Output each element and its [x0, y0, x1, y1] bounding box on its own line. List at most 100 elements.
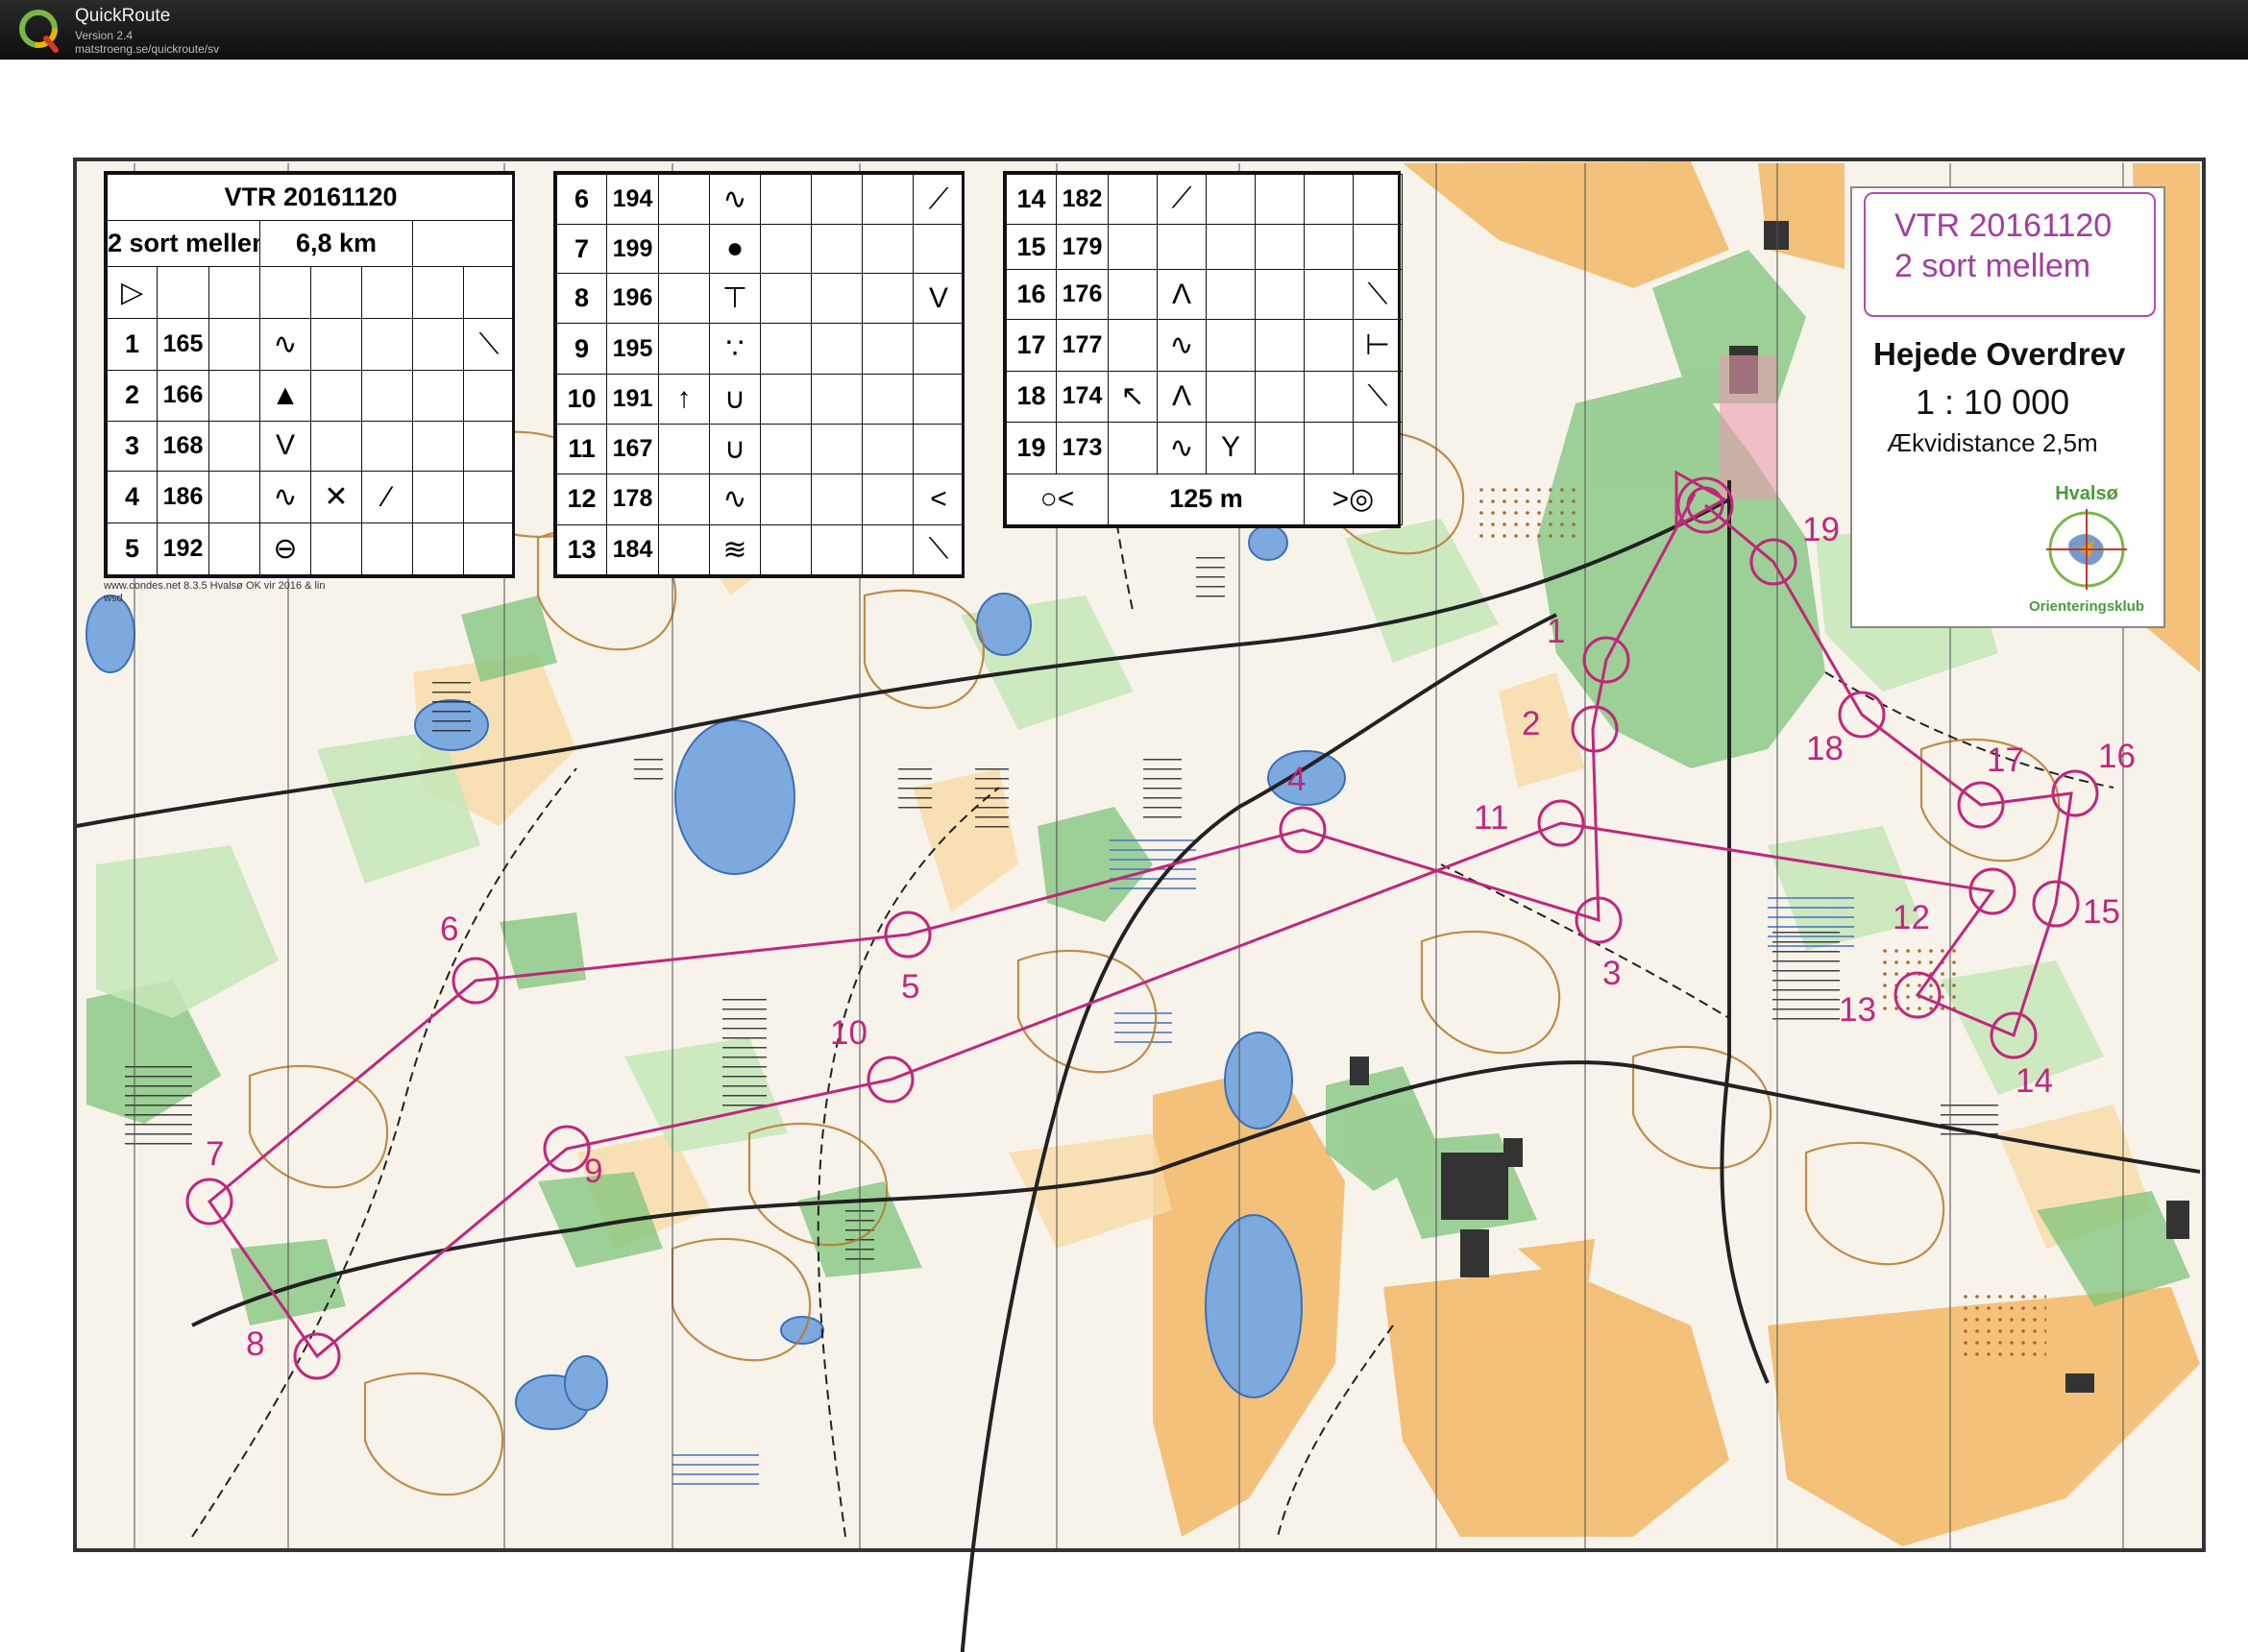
control-description-table-2: 6 194 ∿ ⟋ 7 199 ● 8 196 ⊤ V 9 195 ∵ 10 191 ↑ ∪ 11 167 ∪…	[553, 171, 965, 578]
bend-icon: ⟋	[1157, 174, 1207, 225]
cd-code-6: 194	[606, 173, 659, 226]
cd-num-9: 9	[556, 323, 607, 375]
control-label-4: 4	[1287, 761, 1307, 798]
cd-num-10: 10	[556, 373, 607, 425]
pit-icon: ∪	[709, 373, 761, 425]
hill-icon: ▲	[259, 370, 311, 422]
cd-num-4: 4	[107, 471, 158, 523]
re-entrant-icon: V	[259, 420, 311, 472]
cd-num-7: 7	[556, 224, 607, 275]
ditch-icon: ∿	[259, 318, 311, 371]
control-label-15: 15	[2083, 893, 2120, 931]
finish-icon: >◎	[1304, 473, 1403, 526]
cd-code-7: 199	[606, 224, 659, 275]
legend-event-box: VTR 20161120 2 sort mellem	[1864, 192, 2156, 317]
cd-code-18: 174	[1056, 370, 1109, 424]
crossing-icon: ✕	[310, 471, 362, 523]
control-label-10: 10	[830, 1014, 867, 1052]
spur-icon: Λ	[1157, 269, 1207, 321]
position-icon: V	[913, 273, 965, 325]
description-length: 6,8 km	[259, 220, 413, 267]
club-logo-icon: Hvalsø Orienteringsklub	[2029, 483, 2144, 615]
cd-num-1: 1	[107, 318, 158, 371]
control-label-16: 16	[2098, 738, 2136, 775]
control-label-5: 5	[901, 968, 920, 1006]
control-label-19: 19	[1802, 511, 1840, 548]
description-class: 2 sort mellem	[107, 220, 260, 267]
finish-start-icon: ○<	[1006, 473, 1109, 526]
cd-num-19: 19	[1006, 422, 1057, 474]
cd-num-11: 11	[556, 424, 607, 475]
cd-num-18: 18	[1006, 370, 1057, 424]
legend-event-title: VTR 20161120	[1894, 207, 2113, 244]
path-icon: ⁄	[361, 471, 413, 523]
legend-contour-interval: Ækvidistance 2,5m	[1887, 428, 2098, 457]
ditch-icon: ∿	[709, 474, 761, 525]
control-label-14: 14	[2016, 1062, 2053, 1100]
cd-code-13: 184	[606, 523, 659, 576]
control-description-table-3: 14 182 ⟋ 15 179 16 176 Λ ⟍ 17 177 ∿ ⊢ 18 174 ↖ Λ ⟍ 19…	[1003, 171, 1403, 528]
position-icon: ⊢	[1353, 319, 1403, 372]
spur-icon: Λ	[1157, 370, 1207, 424]
cd-code-5: 192	[157, 522, 209, 575]
cd-code-17: 177	[1056, 319, 1109, 372]
cd-num-15: 15	[1006, 223, 1057, 271]
club-name-bottom: Orienteringsklub	[2029, 598, 2144, 615]
ditch-icon: ∿	[709, 173, 761, 226]
control-label-9: 9	[584, 1153, 603, 1190]
cd-code-1: 165	[157, 318, 209, 371]
legend-map-name: Hejede Overdrev	[1873, 336, 2126, 372]
position-icon: <	[913, 474, 965, 525]
cd-code-14: 182	[1056, 174, 1109, 225]
control-label-11: 11	[1474, 799, 1509, 837]
control-label-2: 2	[1522, 705, 1541, 742]
position-icon: ⟍	[913, 523, 965, 576]
control-label-8: 8	[246, 1325, 265, 1363]
legend-event-class: 2 sort mellem	[1894, 248, 2091, 284]
start-triangle-icon: ▷	[107, 266, 158, 319]
dry-ditch-icon: ∵	[709, 323, 761, 375]
description-title: VTR 20161120	[106, 174, 516, 221]
depression-icon: ⊖	[259, 522, 311, 575]
position-icon: ⟍	[1353, 269, 1403, 321]
control-label-1: 1	[1547, 613, 1566, 650]
cd-num-8: 8	[556, 273, 607, 325]
finish-distance: 125 m	[1108, 473, 1305, 526]
cd-code-12: 178	[606, 474, 659, 525]
description-footer: www.condes.net 8.3.5 Hvalsø OK vir 2016 …	[104, 580, 326, 604]
control-description-header-table: VTR 20161120 2 sort mellem 6,8 km ▷ 1 165…	[104, 171, 516, 578]
pit-icon: ∪	[709, 424, 761, 475]
control-label-13: 13	[1839, 991, 1876, 1029]
cd-num-12: 12	[556, 474, 607, 525]
control-label-18: 18	[1806, 730, 1844, 767]
cd-code-10: 191	[606, 373, 659, 425]
ditch-icon: ∿	[1157, 319, 1207, 372]
cd-num-13: 13	[556, 523, 607, 576]
ditch-icon: ∿	[259, 471, 311, 523]
north-west-arrow-icon: ↖	[1108, 370, 1158, 424]
boulder-icon: ●	[709, 224, 761, 275]
control-label-12: 12	[1893, 899, 1930, 936]
control-label-6: 6	[440, 911, 459, 948]
cd-code-8: 196	[606, 273, 659, 325]
control-label-7: 7	[206, 1135, 225, 1173]
cd-num-6: 6	[556, 173, 607, 226]
cd-code-9: 195	[606, 323, 659, 375]
cd-num-14: 14	[1006, 174, 1057, 225]
control-label-3: 3	[1602, 955, 1622, 992]
legend-scale: 1 : 10 000	[1916, 382, 2070, 422]
position-icon: ⟋	[913, 173, 965, 226]
junction-icon: Y	[1206, 422, 1256, 474]
ditch-junction-icon: ⊤	[709, 273, 761, 325]
club-name-top: Hvalsø	[2055, 483, 2118, 504]
earth-bank-icon: ≋	[709, 523, 761, 576]
cd-code-2: 166	[157, 370, 209, 422]
cd-num-5: 5	[107, 522, 158, 575]
control-label-17: 17	[1987, 741, 2024, 779]
cd-num-16: 16	[1006, 269, 1057, 321]
cd-num-17: 17	[1006, 319, 1057, 372]
cd-code-3: 168	[157, 420, 209, 472]
cd-code-15: 179	[1056, 223, 1109, 271]
cd-code-4: 186	[157, 471, 209, 523]
cd-code-19: 173	[1056, 422, 1109, 474]
